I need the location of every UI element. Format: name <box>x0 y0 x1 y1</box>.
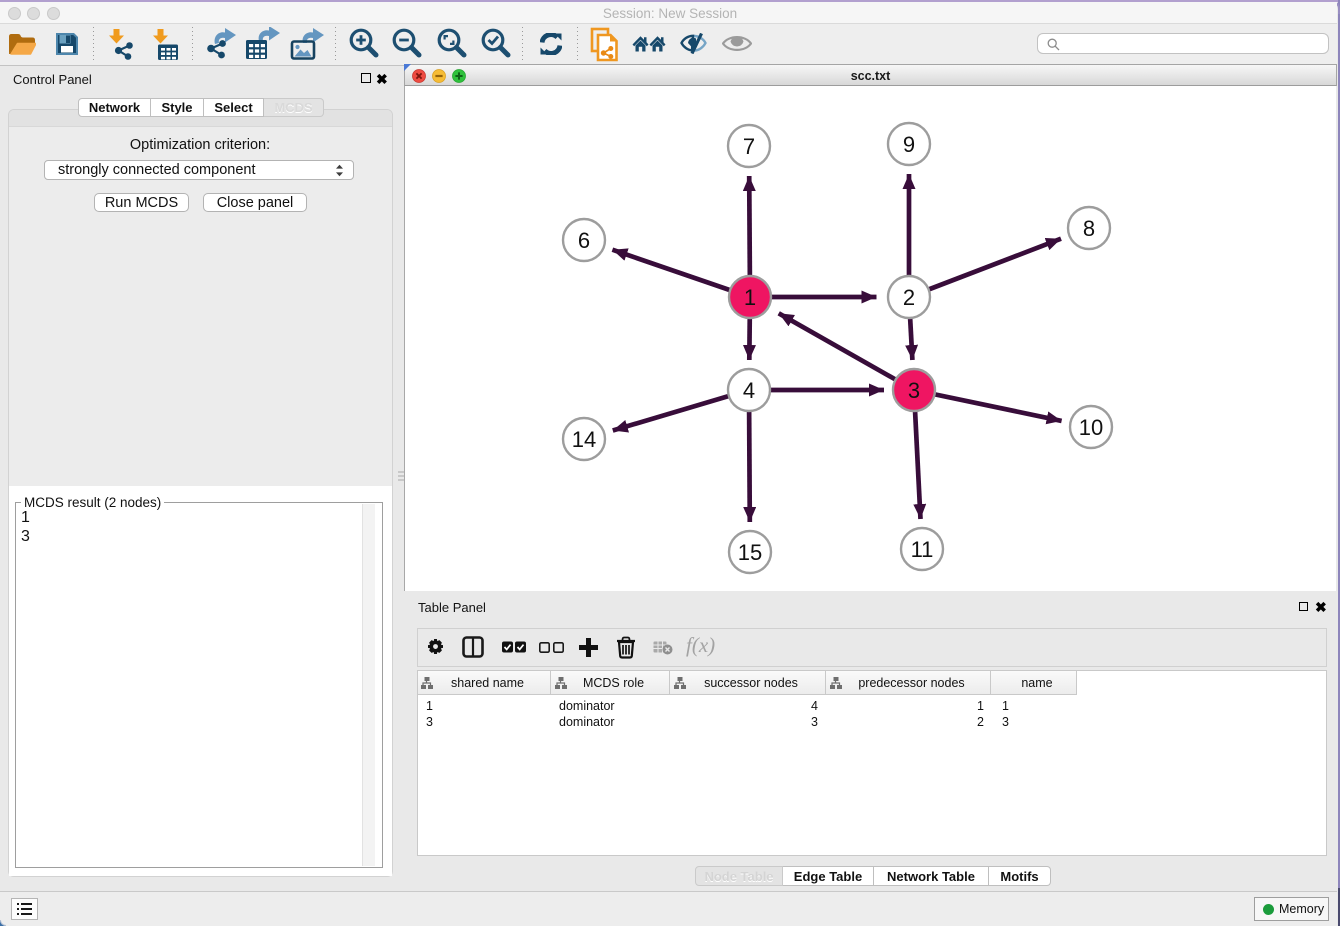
svg-text:7: 7 <box>743 134 755 159</box>
svg-text:1: 1 <box>744 285 756 310</box>
svg-text:14: 14 <box>572 427 596 452</box>
svg-text:11: 11 <box>911 537 934 562</box>
svg-text:9: 9 <box>903 132 915 157</box>
svg-text:8: 8 <box>1083 216 1095 241</box>
svg-text:10: 10 <box>1079 415 1103 440</box>
svg-text:6: 6 <box>578 228 590 253</box>
svg-text:3: 3 <box>908 378 920 403</box>
svg-text:2: 2 <box>903 285 915 310</box>
svg-text:15: 15 <box>738 540 762 565</box>
svg-text:4: 4 <box>743 378 755 403</box>
